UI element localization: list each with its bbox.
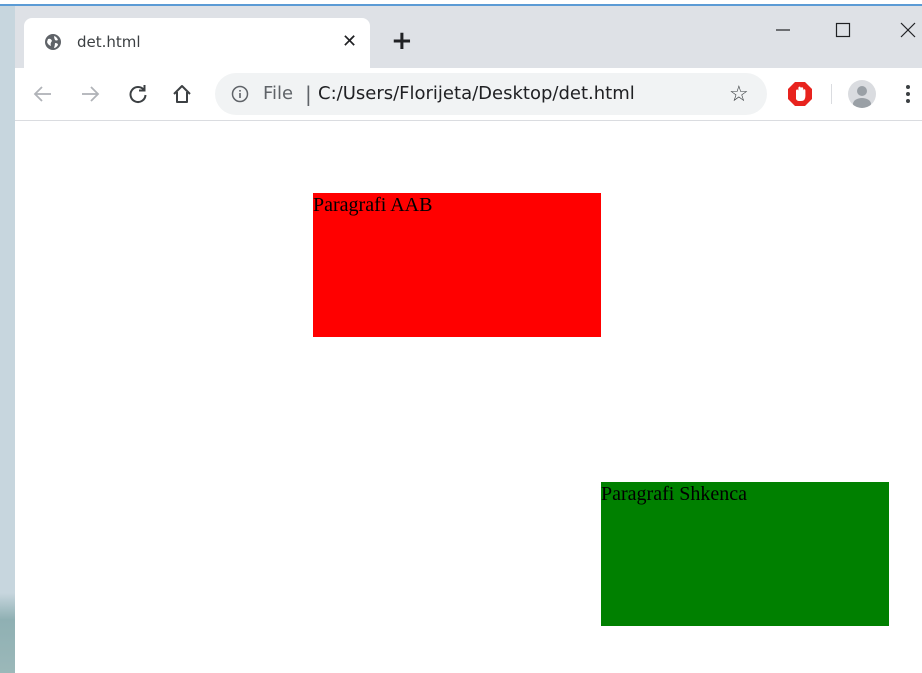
paragraph-shkenca: Paragrafi Shkenca — [601, 482, 889, 626]
tab-strip: det.html ✕ + — [15, 6, 922, 68]
new-tab-button[interactable]: + — [391, 28, 413, 54]
avatar-icon[interactable] — [848, 80, 876, 108]
forward-arrow-icon[interactable] — [78, 82, 102, 106]
browser-window: det.html ✕ + File | C:/Users/Florijeta/D… — [15, 6, 922, 673]
url-text[interactable]: C:/Users/Florijeta/Desktop/det.html — [318, 83, 635, 104]
home-icon[interactable] — [170, 82, 194, 106]
minimize-icon[interactable] — [769, 16, 797, 44]
desktop-background — [0, 6, 15, 673]
toolbar-divider — [831, 84, 832, 104]
stop-hand-icon[interactable] — [787, 81, 813, 107]
menu-dots-icon[interactable] — [905, 82, 911, 106]
avatar-silhouette-icon — [853, 86, 871, 108]
tab-det-html[interactable]: det.html ✕ — [24, 18, 370, 68]
reload-icon[interactable] — [126, 82, 150, 106]
maximize-icon[interactable] — [829, 16, 857, 44]
back-arrow-icon[interactable] — [31, 82, 55, 106]
paragraph-aab: Paragrafi AAB — [313, 193, 601, 337]
globe-icon — [45, 34, 61, 50]
address-separator: | — [305, 82, 312, 106]
page-viewport: Paragrafi AAB Paragrafi Shkenca — [15, 121, 922, 673]
tab-title: det.html — [77, 33, 141, 51]
tab-close-icon[interactable]: ✕ — [342, 31, 357, 52]
star-icon[interactable]: ☆ — [729, 81, 749, 107]
address-bar[interactable]: File | C:/Users/Florijeta/Desktop/det.ht… — [215, 73, 767, 115]
info-icon[interactable] — [231, 85, 249, 103]
scheme-label: File — [263, 83, 294, 104]
browser-toolbar: File | C:/Users/Florijeta/Desktop/det.ht… — [15, 68, 922, 121]
window-close-icon[interactable] — [894, 16, 922, 44]
